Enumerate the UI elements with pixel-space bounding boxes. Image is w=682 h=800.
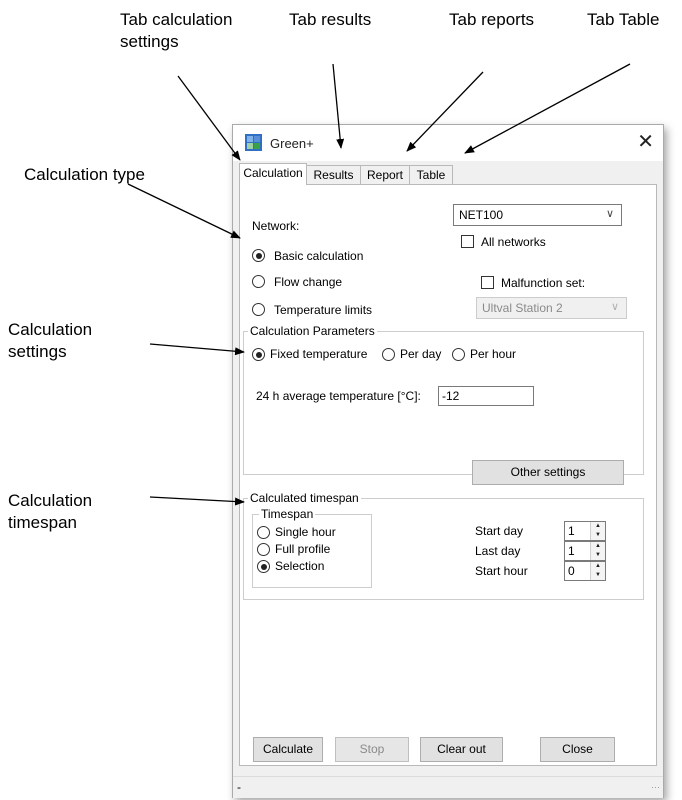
- start-day-label: Start day: [475, 524, 524, 538]
- network-select[interactable]: NET100 ∨: [453, 204, 622, 226]
- timespan-inner-title: Timespan: [259, 507, 316, 521]
- malfunction-set-label: Malfunction set:: [501, 276, 586, 290]
- last-day-value: 1: [568, 544, 575, 558]
- start-hour-spinner[interactable]: 0 ▲ ▼: [564, 561, 606, 581]
- start-hour-label: Start hour: [475, 564, 528, 578]
- status-bar: - ⋯: [233, 776, 663, 798]
- annotation-text: Tab calculation: [120, 10, 233, 29]
- arrow-calculation-type: [127, 183, 241, 239]
- tab-table[interactable]: Table: [409, 165, 453, 184]
- annotation-tab-calculation-settings: Tab calculation settings: [120, 9, 232, 53]
- all-networks-checkbox[interactable]: [461, 235, 474, 248]
- selection-label: Selection: [275, 559, 325, 573]
- start-day-value: 1: [568, 524, 575, 538]
- average-temperature-input[interactable]: -12: [438, 386, 534, 406]
- arrow-calculation-timespan: [149, 496, 245, 506]
- annotation-calculation-type: Calculation type: [24, 165, 145, 184]
- all-networks-label: All networks: [481, 235, 546, 249]
- chevron-down-icon: ∨: [610, 301, 619, 313]
- last-day-label: Last day: [475, 544, 521, 558]
- single-hour-label: Single hour: [275, 525, 336, 539]
- radio-temperature-limits[interactable]: [252, 303, 265, 316]
- temperature-limits-label: Temperature limits: [274, 303, 373, 317]
- annotation-tab-reports: Tab reports: [449, 10, 535, 29]
- malfunction-set-checkbox[interactable]: [481, 276, 494, 289]
- calculate-button[interactable]: Calculate: [253, 737, 323, 762]
- close-icon[interactable]: ✕: [637, 130, 654, 154]
- radio-single-hour[interactable]: [257, 526, 270, 539]
- calculated-timespan-group: Calculated timespan Timespan Single hour…: [243, 491, 644, 600]
- window-title: Green+: [270, 136, 314, 151]
- tab-calculation[interactable]: Calculation: [239, 163, 307, 185]
- last-day-spinner[interactable]: 1 ▲ ▼: [564, 541, 606, 561]
- annotation-tab-results: Tab results: [289, 10, 372, 29]
- per-day-label: Per day: [400, 347, 442, 361]
- close-button[interactable]: Close: [540, 737, 615, 762]
- flow-change-label: Flow change: [274, 275, 343, 289]
- start-hour-value: 0: [568, 564, 575, 578]
- radio-selection[interactable]: [257, 560, 270, 573]
- annotation-text: Calculation: [8, 320, 93, 339]
- calculation-parameters-group: Calculation Parameters Fixed temperature…: [243, 324, 644, 475]
- start-day-spinner[interactable]: 1 ▲ ▼: [564, 521, 606, 541]
- clear-out-button[interactable]: Clear out: [420, 737, 503, 762]
- radio-flow-change[interactable]: [252, 275, 265, 288]
- spinner-arrows-icon[interactable]: ▲ ▼: [590, 542, 605, 560]
- fixed-temperature-label: Fixed temperature: [270, 347, 368, 361]
- spinner-arrows-icon[interactable]: ▲ ▼: [590, 562, 605, 580]
- tab-report[interactable]: Report: [360, 165, 410, 184]
- green-plus-window: Green+ ✕ Calculation Results Report Tabl…: [232, 124, 664, 798]
- annotation-text: settings: [8, 342, 67, 361]
- network-label: Network:: [252, 219, 300, 233]
- per-hour-label: Per hour: [470, 347, 517, 361]
- radio-full-profile[interactable]: [257, 543, 270, 556]
- malfunction-set-select[interactable]: Ultval Station 2 ∨: [476, 297, 627, 319]
- timespan-inner-group: Timespan Single hour Full profile Select…: [252, 507, 372, 588]
- annotation-calculation-timespan: Calculation timespan: [8, 490, 92, 534]
- calculated-timespan-title: Calculated timespan: [248, 491, 361, 505]
- chevron-down-icon: ∨: [605, 208, 614, 220]
- malfunction-set-value: Ultval Station 2: [482, 301, 563, 315]
- annotation-text: settings: [120, 32, 179, 51]
- title-bar[interactable]: Green+ ✕: [233, 125, 663, 161]
- radio-per-day[interactable]: [382, 348, 395, 361]
- arrow-calculation-settings: [149, 343, 245, 356]
- status-text: -: [237, 780, 241, 794]
- average-temperature-label: 24 h average temperature [°C]:: [256, 389, 421, 403]
- calculation-tab-page: Network: NET100 ∨ All networks Basic cal…: [239, 184, 657, 766]
- radio-basic-calculation[interactable]: [252, 249, 265, 262]
- other-settings-button[interactable]: Other settings: [472, 460, 624, 485]
- annotation-text: Calculation: [8, 491, 93, 510]
- network-select-value: NET100: [459, 208, 504, 222]
- basic-calculation-label: Basic calculation: [274, 249, 364, 263]
- annotation-tab-table: Tab Table: [587, 10, 660, 29]
- radio-fixed-temperature[interactable]: [252, 348, 265, 361]
- radio-per-hour[interactable]: [452, 348, 465, 361]
- annotation-calculation-settings: Calculation settings: [8, 319, 92, 363]
- stop-button[interactable]: Stop: [335, 737, 409, 762]
- annotation-text: timespan: [8, 513, 77, 532]
- calculation-parameters-title: Calculation Parameters: [248, 324, 377, 338]
- app-icon: [245, 134, 262, 151]
- spinner-arrows-icon[interactable]: ▲ ▼: [590, 522, 605, 540]
- resize-grip-icon[interactable]: ⋯: [651, 782, 660, 793]
- full-profile-label: Full profile: [275, 542, 331, 556]
- arrow-tab-calculation: [177, 75, 241, 161]
- tab-results[interactable]: Results: [306, 165, 361, 184]
